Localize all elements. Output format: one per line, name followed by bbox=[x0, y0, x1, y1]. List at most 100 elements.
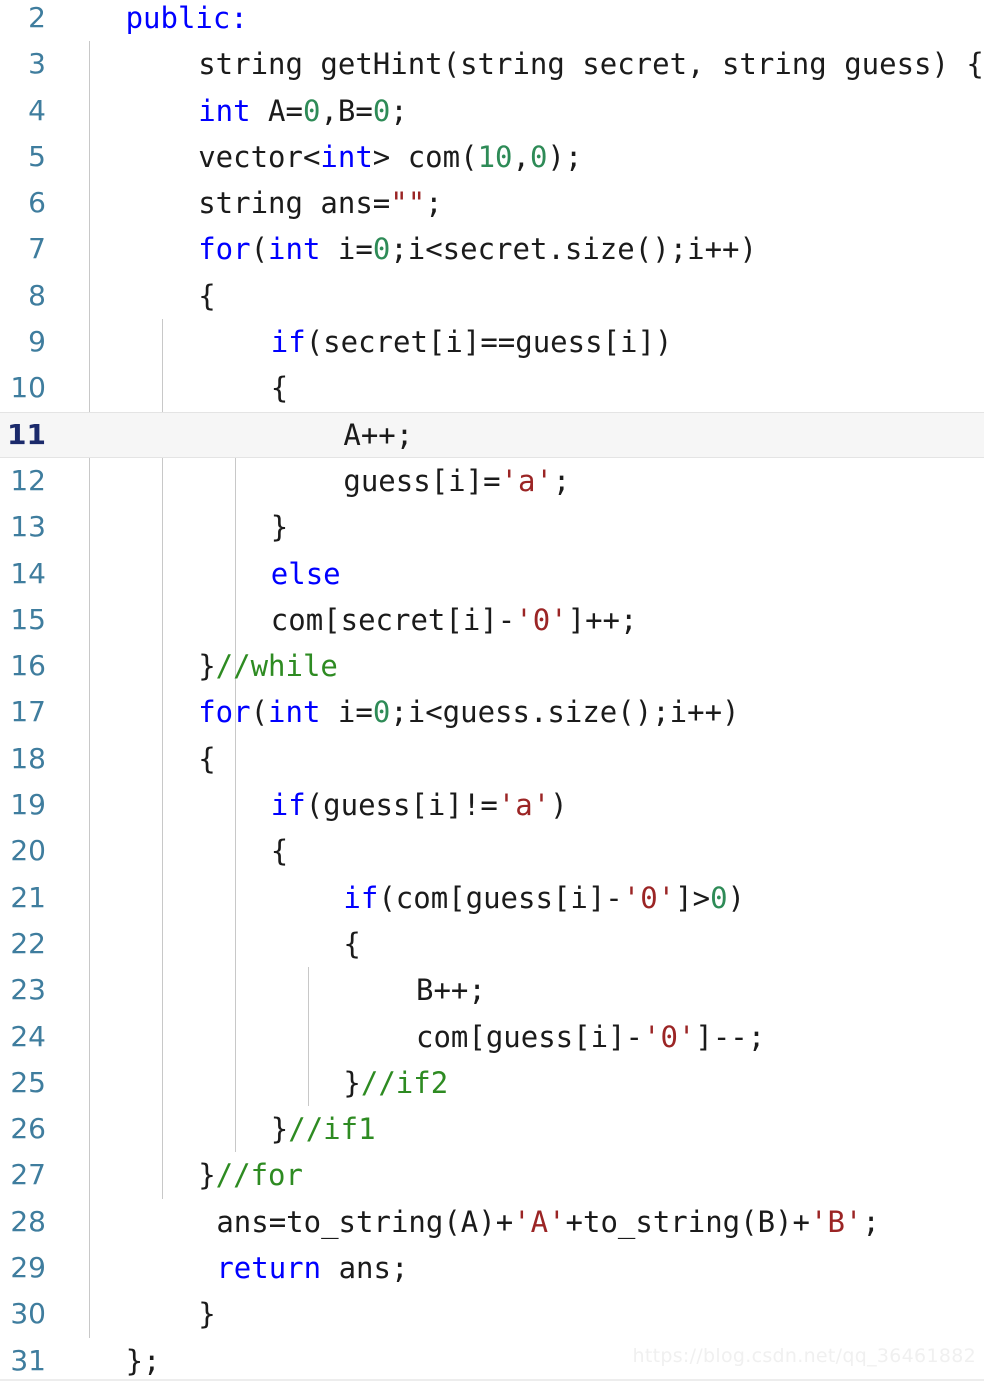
code-line-row[interactable]: 27}//for bbox=[0, 1152, 984, 1198]
line-number: 12 bbox=[10, 463, 46, 497]
code-token-str: 'a' bbox=[500, 463, 553, 498]
code-line-text: }; bbox=[126, 1338, 161, 1381]
code-token-com: //if2 bbox=[360, 1065, 449, 1100]
line-number: 23 bbox=[10, 973, 46, 1007]
code-line-text: { bbox=[271, 365, 288, 411]
line-number: 13 bbox=[10, 510, 46, 544]
code-line-row[interactable]: 10 { bbox=[0, 365, 984, 411]
code-token-pln: { bbox=[343, 926, 361, 961]
code-token-pln: ]--; bbox=[695, 1019, 766, 1054]
code-line-text: vector<int> com(10,0); bbox=[198, 134, 582, 180]
code-token-str: "" bbox=[390, 186, 426, 221]
code-token-pln: i= bbox=[320, 232, 373, 267]
code-line-row[interactable]: 15 com[secret[i]-'0']++; bbox=[0, 597, 984, 643]
code-line-text: { bbox=[198, 736, 215, 782]
code-token-pln: } bbox=[343, 1065, 361, 1100]
code-line-row[interactable]: 28 ans=to_string(A)+'A'+to_string(B)+'B'; bbox=[0, 1199, 984, 1245]
code-line-row[interactable]: 16}//while bbox=[0, 643, 984, 689]
code-line-row[interactable]: 24 com[guess[i]-'0']--; bbox=[0, 1014, 984, 1060]
code-token-str: 'A' bbox=[513, 1204, 566, 1239]
code-line-row[interactable]: 9 if(secret[i]==guess[i]) bbox=[0, 319, 984, 365]
code-line-text: if(secret[i]==guess[i]) bbox=[271, 319, 673, 365]
code-token-num: 0 bbox=[529, 139, 548, 174]
code-line-text: { bbox=[343, 921, 360, 967]
code-token-kw: for bbox=[198, 232, 251, 267]
code-token-pln: ]++; bbox=[567, 602, 638, 637]
code-token-kw: int bbox=[268, 232, 321, 267]
code-token-pln: > com( bbox=[372, 139, 478, 174]
line-number: 10 bbox=[10, 371, 46, 405]
code-token-kw: if bbox=[270, 325, 306, 360]
line-number: 14 bbox=[10, 556, 46, 590]
code-token-str: '0' bbox=[642, 1019, 696, 1054]
code-line-row[interactable]: 22 { bbox=[0, 921, 984, 967]
code-line-row[interactable]: 23 B++; bbox=[0, 967, 984, 1013]
code-line-row[interactable]: 18 { bbox=[0, 736, 984, 782]
code-token-kw: int bbox=[198, 93, 251, 128]
line-number: 17 bbox=[10, 695, 46, 729]
code-token-pln: { bbox=[198, 741, 216, 776]
code-line-row[interactable]: 7 for(int i=0;i<secret.size();i++) bbox=[0, 226, 984, 272]
code-line-text: else bbox=[271, 551, 341, 597]
line-number: 5 bbox=[28, 139, 46, 173]
line-number: 7 bbox=[28, 232, 46, 266]
code-token-pln: ;i<guess.size();i++) bbox=[390, 695, 740, 730]
code-token-str: '0' bbox=[622, 880, 676, 915]
code-token-pln: ans=to_string(A)+ bbox=[216, 1204, 514, 1239]
code-token-pln: } bbox=[198, 1158, 216, 1193]
code-line-row[interactable]: 25}//if2 bbox=[0, 1060, 984, 1106]
code-token-pln: ) bbox=[727, 880, 745, 915]
code-token-pln: ); bbox=[547, 139, 583, 174]
code-line-row[interactable]: 30} bbox=[0, 1291, 984, 1337]
line-number: 8 bbox=[28, 278, 46, 312]
code-token-kw: if bbox=[343, 880, 379, 915]
code-line-text: ans=to_string(A)+'A'+to_string(B)+'B'; bbox=[216, 1199, 880, 1245]
code-line-row[interactable]: 29 return ans; bbox=[0, 1245, 984, 1291]
code-line-text: }//if2 bbox=[343, 1060, 448, 1106]
code-line-row[interactable]: 11 A++; bbox=[0, 411, 984, 458]
code-token-kw: int bbox=[320, 139, 373, 174]
line-number: 22 bbox=[10, 926, 46, 960]
code-line-text: { bbox=[198, 273, 215, 319]
code-line-row[interactable]: 4 int A=0,B=0; bbox=[0, 88, 984, 134]
code-line-row[interactable]: 26}//if1 bbox=[0, 1106, 984, 1152]
code-token-num: 0 bbox=[710, 880, 728, 915]
code-line-row[interactable]: 21 if(com[guess[i]-'0']>0) bbox=[0, 875, 984, 921]
code-line-row[interactable]: 2 public: bbox=[0, 0, 984, 41]
code-token-num: 0 bbox=[372, 695, 391, 730]
code-line-text: A++; bbox=[343, 412, 413, 458]
code-line-text: string ans=""; bbox=[198, 180, 442, 226]
code-line-row[interactable]: 17 for(int i=0;i<guess.size();i++) bbox=[0, 689, 984, 735]
code-content-area[interactable]: 2 public: 3 string getHint(string secret, s… bbox=[0, 0, 984, 1381]
code-line-row[interactable]: 5 vector<int> com(10,0); bbox=[0, 134, 984, 180]
code-token-pln: { bbox=[198, 278, 216, 313]
code-token-pln: string ans= bbox=[198, 186, 391, 221]
code-line-text: com[secret[i]-'0']++; bbox=[271, 597, 638, 643]
code-line-text: B++; bbox=[416, 967, 486, 1013]
line-number: 11 bbox=[7, 417, 46, 451]
code-token-pln: ans; bbox=[321, 1251, 409, 1286]
code-line-row[interactable]: 3 string getHint(string secret, string gu… bbox=[0, 41, 984, 87]
code-token-pln: string getHint(string secret, string gue… bbox=[198, 47, 984, 82]
code-line-row[interactable]: 12 guess[i]='a'; bbox=[0, 458, 984, 504]
watermark-text: https://blog.csdn.net/qq_36461882 bbox=[632, 1345, 976, 1367]
code-token-kw: public: bbox=[125, 1, 248, 35]
code-line-row[interactable]: 20 { bbox=[0, 828, 984, 874]
code-token-pln: ; bbox=[862, 1204, 880, 1239]
code-line-row[interactable]: 6 string ans=""; bbox=[0, 180, 984, 226]
code-editor[interactable]: 2 public: 3 string getHint(string secret, s… bbox=[0, 0, 984, 1381]
code-token-kw: int bbox=[268, 695, 321, 730]
code-token-pln: }; bbox=[125, 1343, 161, 1378]
code-line-row[interactable]: 19 if(guess[i]!='a') bbox=[0, 782, 984, 828]
line-number: 26 bbox=[10, 1112, 46, 1146]
code-token-pln: guess[i]= bbox=[343, 463, 501, 498]
code-line-row[interactable]: 13} bbox=[0, 504, 984, 550]
code-token-pln: (secret[i]==guess[i]) bbox=[305, 325, 673, 360]
line-number: 24 bbox=[10, 1019, 46, 1053]
code-line-row[interactable]: 8{ bbox=[0, 273, 984, 319]
line-number: 4 bbox=[28, 93, 46, 127]
code-line-row[interactable]: 14 else bbox=[0, 551, 984, 597]
code-token-kw: for bbox=[198, 695, 251, 730]
code-token-pln: (guess[i]!= bbox=[305, 788, 498, 823]
code-token-pln: ( bbox=[250, 695, 269, 730]
